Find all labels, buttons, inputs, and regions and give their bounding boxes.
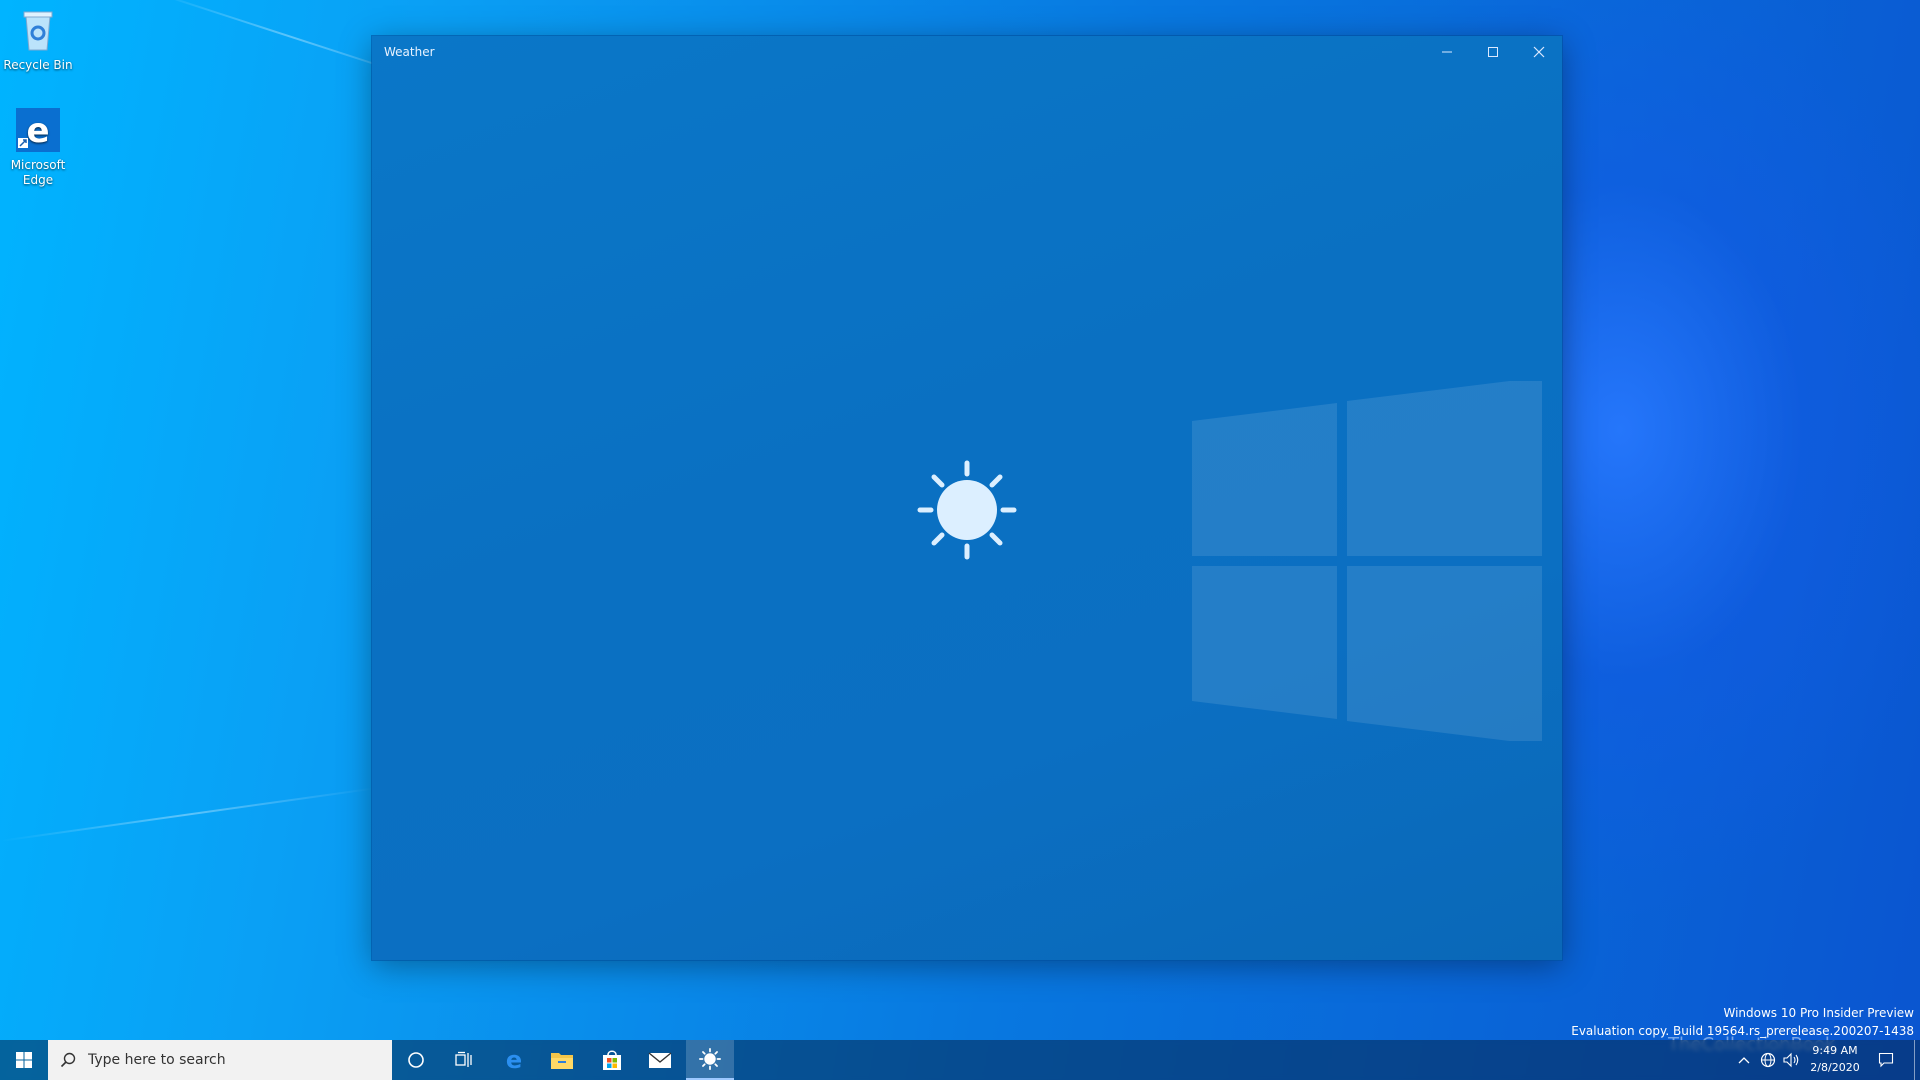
watermark-edition: Windows 10 Pro Insider Preview xyxy=(1723,1006,1914,1020)
weather-icon xyxy=(699,1048,721,1070)
network-icon xyxy=(1760,1052,1776,1068)
desktop-icon-label: Recycle Bin xyxy=(3,58,73,72)
edge-icon: e xyxy=(14,106,62,154)
maximize-icon xyxy=(1488,47,1498,57)
desktop-icon-microsoft-edge[interactable]: e Microsoft Edge xyxy=(0,106,76,188)
cortana-button[interactable] xyxy=(392,1040,440,1080)
windows-start-icon xyxy=(16,1052,32,1068)
network-button[interactable] xyxy=(1756,1040,1780,1080)
search-input[interactable] xyxy=(86,1051,370,1069)
action-center-button[interactable] xyxy=(1872,1040,1900,1080)
notifications-icon xyxy=(1878,1052,1894,1068)
edge-icon: e xyxy=(506,1048,522,1072)
search-icon xyxy=(60,1052,76,1068)
weather-window: Weather xyxy=(372,36,1562,960)
desktop-icon-recycle-bin[interactable]: Recycle Bin xyxy=(0,6,76,73)
title-bar[interactable]: Weather xyxy=(372,36,1562,68)
close-button[interactable] xyxy=(1516,36,1562,68)
show-hidden-icons-button[interactable] xyxy=(1734,1040,1754,1080)
build-watermark: Windows 10 Pro Insider Preview Evaluatio… xyxy=(1571,1004,1914,1040)
minimize-icon xyxy=(1442,51,1452,53)
window-title: Weather xyxy=(384,45,435,59)
clock-date: 2/8/2020 xyxy=(1810,1061,1860,1074)
start-button[interactable] xyxy=(0,1040,48,1080)
clock-time: 9:49 AM xyxy=(1812,1044,1858,1057)
light-beam xyxy=(0,787,377,842)
file-explorer-icon xyxy=(551,1053,573,1069)
svg-text:e: e xyxy=(506,1048,522,1072)
close-icon xyxy=(1533,46,1545,58)
mail-icon xyxy=(648,1052,672,1068)
search-box[interactable] xyxy=(48,1040,392,1080)
taskbar-mail[interactable] xyxy=(636,1040,684,1080)
sun-icon xyxy=(917,460,1017,560)
volume-icon xyxy=(1783,1052,1799,1068)
taskbar-weather[interactable] xyxy=(686,1040,734,1080)
task-view-button[interactable] xyxy=(440,1040,488,1080)
windows-logo-watermark xyxy=(1192,381,1542,741)
taskbar-file-explorer[interactable] xyxy=(538,1040,586,1080)
recycle-bin-icon xyxy=(14,6,62,54)
cortana-icon xyxy=(408,1052,424,1068)
chevron-up-icon xyxy=(1738,1057,1750,1064)
taskbar-edge[interactable]: e xyxy=(490,1040,538,1080)
minimize-button[interactable] xyxy=(1424,36,1470,68)
show-desktop-button[interactable] xyxy=(1914,1040,1920,1080)
desktop-icon-label: Microsoft Edge xyxy=(10,158,66,187)
taskbar: e xyxy=(0,1040,1920,1080)
task-view-icon xyxy=(455,1051,472,1067)
desktop: Recycle Bin e Microsoft Edge Weather Win… xyxy=(0,0,1920,1080)
maximize-button[interactable] xyxy=(1470,36,1516,68)
clock[interactable]: 9:49 AM 2/8/2020 xyxy=(1800,1042,1870,1076)
svg-text:e: e xyxy=(26,111,49,151)
store-icon xyxy=(603,1050,621,1070)
taskbar-store[interactable] xyxy=(588,1040,636,1080)
watermark-build: Evaluation copy. Build 19564.rs_prerelea… xyxy=(1571,1024,1914,1038)
